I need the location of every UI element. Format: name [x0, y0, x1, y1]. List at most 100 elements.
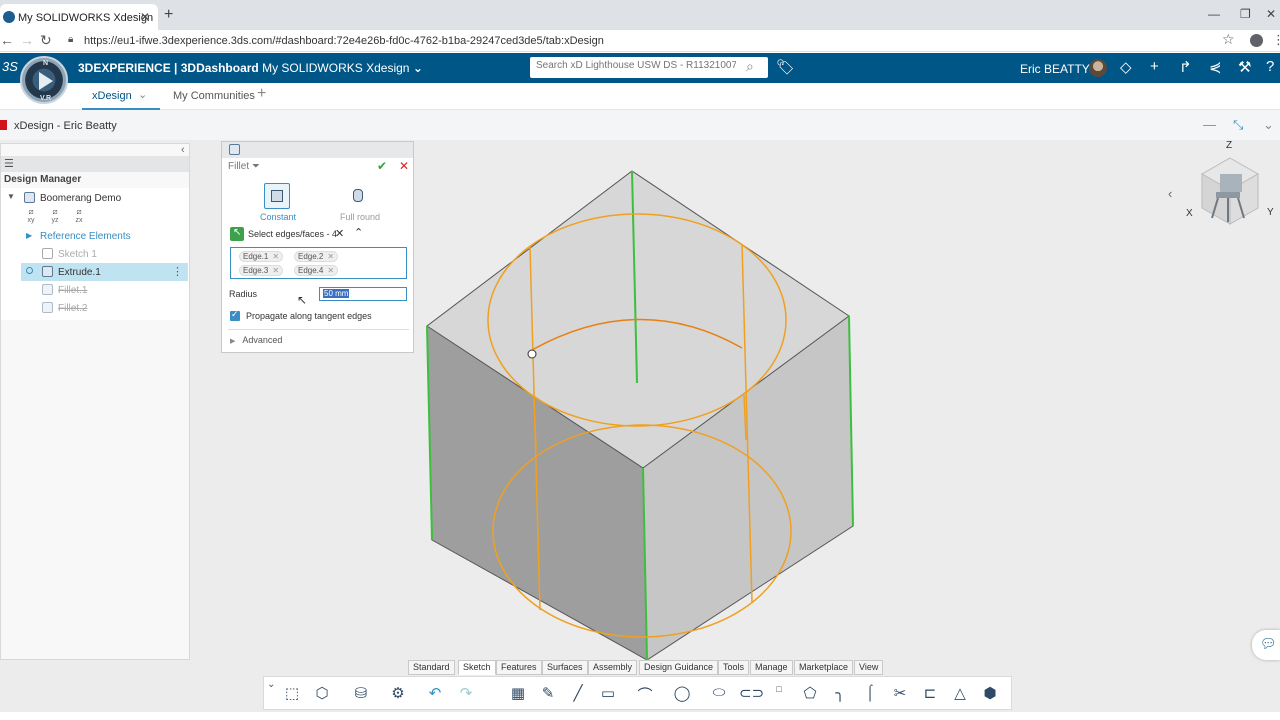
tab-design-guidance[interactable]: Design Guidance — [639, 660, 719, 675]
tab-surfaces[interactable]: Surfaces — [542, 660, 588, 675]
search-input[interactable] — [536, 60, 736, 71]
fillet-panel-header[interactable] — [222, 142, 413, 158]
compass-icon[interactable]: V.R N — [20, 56, 68, 104]
share-forward-icon[interactable]: ↱ — [1179, 58, 1192, 76]
notifications-icon[interactable]: ◇ — [1120, 58, 1132, 76]
view-cube-widget[interactable] — [1168, 140, 1278, 240]
tree-item-sketch[interactable]: Sketch 1 — [1, 245, 189, 263]
model-canvas[interactable] — [0, 140, 1280, 712]
radius-manipulator-handle[interactable] — [527, 349, 537, 359]
share-icon[interactable]: ⋞ — [1209, 58, 1222, 76]
3d-viewport[interactable] — [0, 140, 1280, 712]
tab-tools[interactable]: Tools — [718, 660, 750, 675]
plane-xy[interactable]: ⧄ xy — [23, 207, 39, 224]
tab-xdesign[interactable]: xDesign ⌄ — [82, 83, 160, 110]
app-brand[interactable]: 3DEXPERIENCE | 3DDashboard My SOLIDWORKS… — [78, 61, 423, 75]
minimize-window-icon[interactable]: — — [1208, 7, 1220, 21]
tree-root[interactable]: ▼ Boomerang Demo — [1, 189, 189, 207]
remove-edge-icon[interactable]: ✕ — [272, 252, 279, 261]
view-orientation-icon[interactable]: ⬡ — [312, 684, 332, 704]
convert-icon[interactable]: ⊏ — [920, 684, 940, 704]
cancel-x-icon[interactable]: ✕ — [399, 159, 409, 173]
tab-sketch[interactable]: Sketch — [458, 660, 496, 675]
tag-icon[interactable]: 🏷︎ — [776, 58, 795, 76]
tree-item-extrude[interactable]: Extrude.1 ⋮ — [21, 263, 188, 281]
new-tab-icon[interactable]: + — [164, 6, 173, 24]
rectangle-icon[interactable]: ▭ — [598, 684, 618, 704]
fillet-sketch-icon[interactable]: ╮ — [830, 684, 850, 704]
constraint-icon[interactable]: △ — [950, 684, 970, 704]
tab-view[interactable]: View — [854, 660, 884, 675]
database-icon[interactable]: ⛁ — [351, 684, 371, 704]
tab-marketplace[interactable]: Marketplace — [794, 660, 854, 675]
edge-chip[interactable]: Edge.3 ✕ — [239, 265, 284, 276]
widget-menu-icon[interactable]: ⌄ — [1263, 117, 1274, 133]
tab-features[interactable]: Features — [496, 660, 542, 675]
more-options-icon[interactable]: ⋮ — [172, 265, 183, 278]
line-icon[interactable]: ╱ — [568, 684, 588, 704]
fillet-title[interactable]: Fillet ⏷ — [228, 161, 260, 172]
view-cube[interactable]: ‹ Z X Y — [1168, 140, 1278, 240]
tab-my-communities[interactable]: My Communities — [173, 90, 255, 102]
edge-selection-list[interactable]: Edge.1 ✕ Edge.2 ✕ Edge.3 ✕ Edge.4 ✕ — [230, 247, 407, 279]
browser-tab[interactable]: My SOLIDWORKS Xdesign ✕ — [0, 4, 158, 30]
search-icon[interactable]: ⌕ — [746, 58, 754, 75]
tools-icon[interactable]: ⚒ — [1238, 58, 1251, 76]
expand-caret-icon[interactable]: ▼ — [7, 192, 15, 201]
tab-manage[interactable]: Manage — [750, 660, 793, 675]
arc-icon[interactable]: ⌒ — [635, 684, 655, 704]
circle-icon[interactable]: ◯ — [672, 684, 692, 704]
collapse-panel-icon[interactable]: ‹ — [181, 144, 185, 156]
remove-edge-icon[interactable]: ✕ — [272, 266, 279, 275]
collapse-fullscreen-icon[interactable]: ⤡ — [1233, 117, 1243, 133]
redo-icon[interactable]: ↷ — [456, 684, 476, 704]
remove-edge-icon[interactable]: ✕ — [327, 266, 334, 275]
close-tab-icon[interactable]: ✕ — [140, 10, 150, 24]
sketch-on-face-icon[interactable]: ✎ — [538, 684, 558, 704]
propagate-checkbox[interactable]: ✓ Propagate along tangent edges — [230, 309, 410, 324]
spline-icon[interactable]: ⌠ — [860, 684, 880, 704]
rollback-marker-icon[interactable] — [26, 267, 33, 274]
browser-menu-icon[interactable]: ⋮ — [1272, 32, 1280, 48]
point-icon[interactable]: □ — [769, 684, 789, 704]
ok-check-icon[interactable]: ✔ — [377, 159, 387, 173]
restore-window-icon[interactable]: ❐ — [1240, 7, 1251, 21]
chat-icon[interactable]: 💬︎ — [1252, 630, 1280, 660]
offset-icon[interactable]: ⬠ — [800, 684, 820, 704]
chevron-down-icon[interactable]: ⌄ — [138, 88, 147, 101]
search-box[interactable]: ⌕ — [530, 57, 768, 78]
bookmark-star-icon[interactable]: ☆ — [1222, 31, 1235, 48]
trim-icon[interactable]: ✂ — [890, 684, 910, 704]
standard-box-icon[interactable]: ⬚ — [282, 684, 302, 704]
minimize-widget-icon[interactable]: — — [1203, 117, 1216, 132]
tree-view-icon[interactable]: ☰ — [4, 157, 14, 170]
profile-icon[interactable] — [1250, 34, 1263, 47]
avatar[interactable] — [1089, 59, 1107, 77]
add-tab-icon[interactable]: + — [257, 85, 266, 103]
edge-chip[interactable]: Edge.1 ✕ — [239, 251, 284, 262]
forward-icon[interactable]: → — [20, 32, 34, 48]
reload-icon[interactable]: ↻ — [40, 32, 52, 49]
plane-yz[interactable]: ⧄ yz — [47, 207, 63, 224]
url-field[interactable]: 🔒︎ https://eu1-ifwe.3dexperience.3ds.com… — [62, 32, 1238, 50]
3d-sketch-icon[interactable]: ⬢ — [980, 684, 1000, 704]
settings-check-icon[interactable]: ⚙ — [388, 684, 408, 704]
radius-input[interactable]: 50 mm — [319, 287, 407, 301]
tree-item-fillet2[interactable]: Fillet.2 — [1, 299, 189, 317]
tab-assembly[interactable]: Assembly — [588, 660, 638, 675]
help-icon[interactable]: ? — [1266, 58, 1274, 75]
plane-zx[interactable]: ⧄ zx — [71, 207, 87, 224]
grid-icon[interactable]: ▦ — [508, 684, 528, 704]
edge-chip[interactable]: Edge.2 ✕ — [294, 251, 339, 262]
advanced-section-toggle[interactable]: ▶ Advanced — [230, 335, 282, 345]
tree-item-fillet1[interactable]: Fillet.1 — [1, 281, 189, 299]
chevron-down-icon[interactable]: ⌄ — [267, 679, 275, 690]
slot-icon[interactable]: ⊂⊃ — [739, 684, 764, 704]
edge-chip[interactable]: Edge.4 ✕ — [294, 265, 339, 276]
undo-icon[interactable]: ↶ — [425, 684, 445, 704]
back-icon[interactable]: ← — [0, 32, 14, 48]
user-name[interactable]: Eric BEATTY — [1020, 62, 1090, 76]
expand-right-icon[interactable]: ▶ — [26, 231, 32, 240]
constant-mode-button[interactable] — [264, 183, 290, 209]
full-round-mode-button[interactable] — [353, 189, 363, 202]
